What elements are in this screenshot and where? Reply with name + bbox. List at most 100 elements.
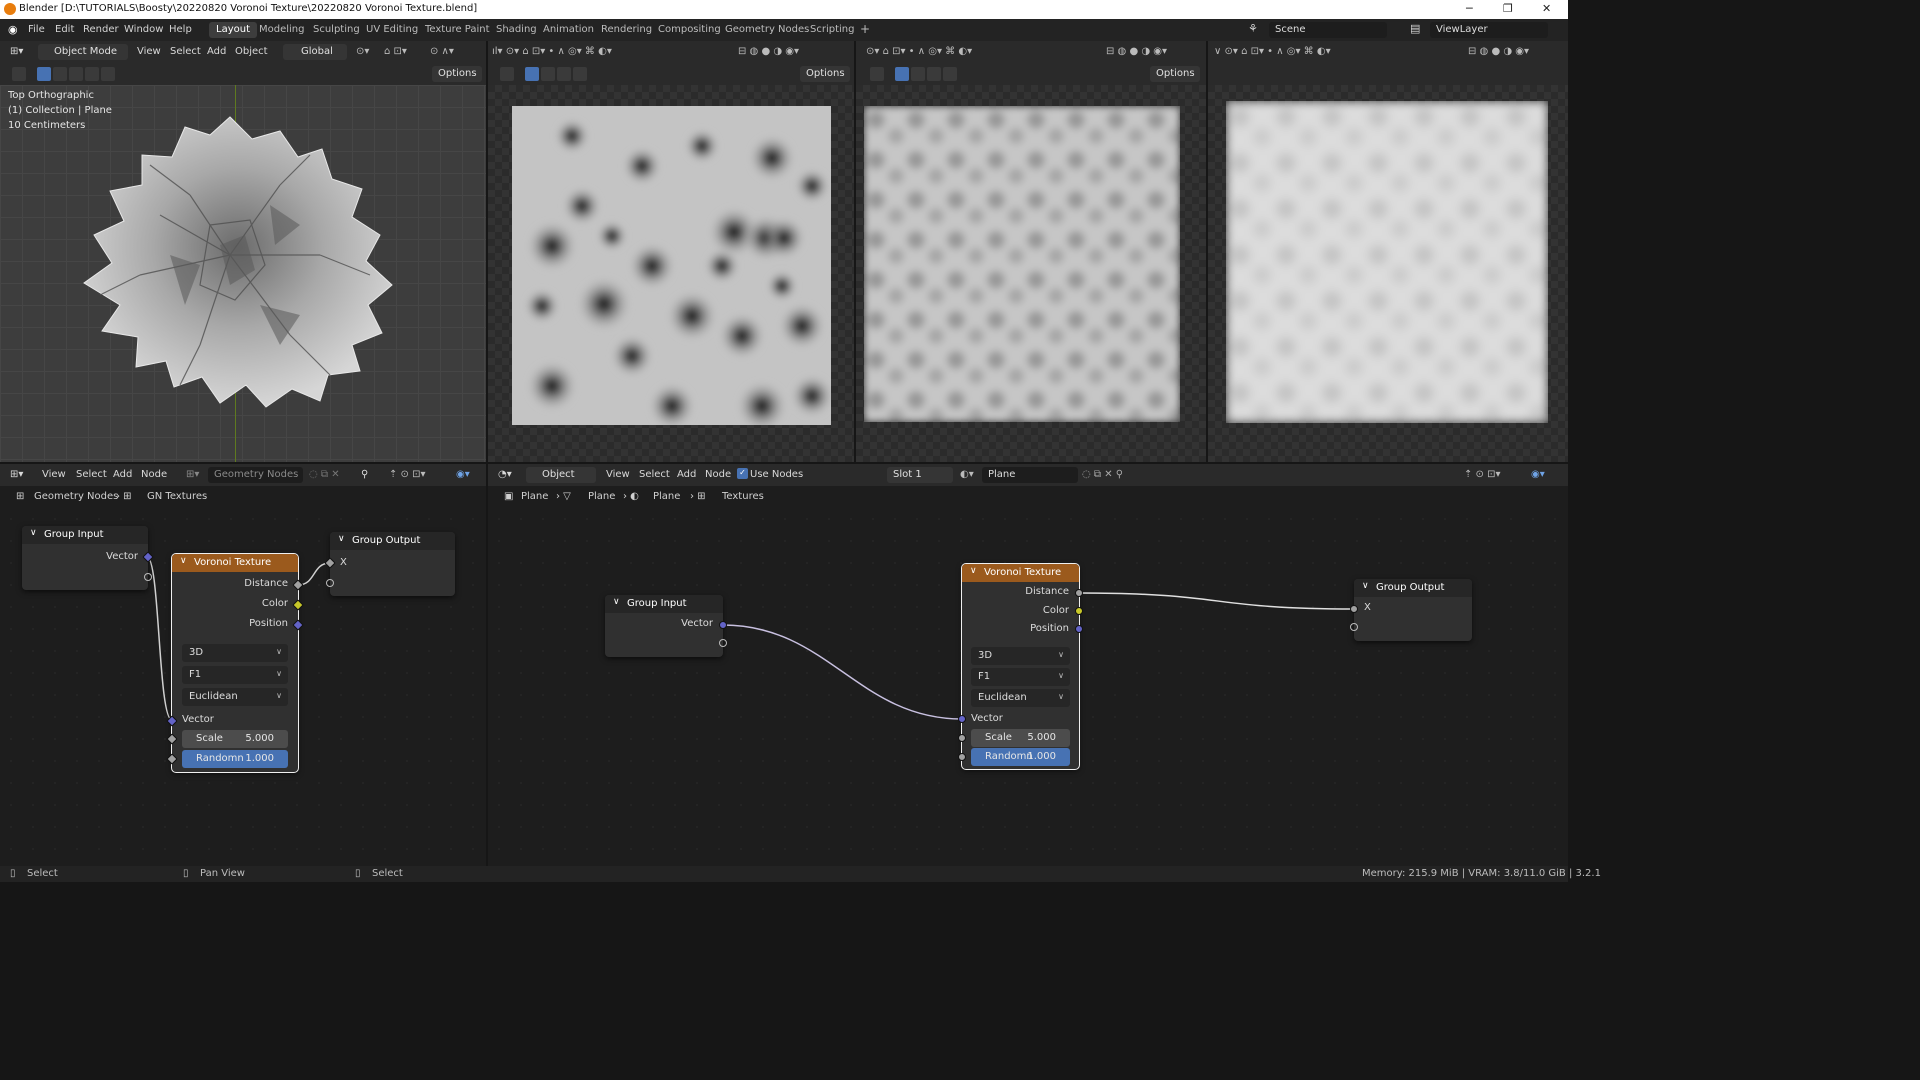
options-dropdown[interactable]: Options [432, 66, 482, 82]
pivot-icon[interactable]: ⊙▾ [356, 46, 369, 57]
empty-output-socket[interactable] [144, 573, 152, 581]
metric-dropdown[interactable]: Euclidean ∨ [971, 689, 1070, 707]
tab-layout[interactable]: Layout [209, 22, 257, 38]
left-node-menu-select[interactable]: Select [76, 469, 107, 480]
collapse-chevron-icon[interactable]: ∨ [30, 528, 37, 538]
material-action-icons[interactable]: ◌ ⧉ ✕ ⚲ [1082, 469, 1123, 480]
select-mode-subtract-icon[interactable] [69, 67, 83, 81]
empty-input-socket[interactable] [1350, 623, 1358, 631]
empty-output-socket[interactable] [719, 639, 727, 647]
tab-sculpting[interactable]: Sculpting [306, 22, 367, 38]
viewport-menu-select[interactable]: Select [170, 46, 201, 57]
tab-texture-paint[interactable]: Texture Paint [418, 22, 497, 38]
collapse-chevron-icon[interactable]: ∨ [180, 556, 187, 566]
overlay-toggle-icon[interactable]: ◉▾ [1531, 469, 1545, 480]
texture-preview-1[interactable] [488, 85, 854, 462]
select-mode-extend-icon[interactable] [541, 67, 555, 81]
voronoi-texture-node[interactable]: ∨ Voronoi Texture Distance Color Position… [166, 553, 304, 773]
select-mode-subtract-icon[interactable] [927, 67, 941, 81]
node-tree-name-field[interactable]: Geometry Nodes [208, 467, 303, 483]
feature-dropdown[interactable]: F1 ∨ [971, 668, 1070, 686]
image-editor-2-shading-icons[interactable]: ⊟ ◍ ● ◑ ◉▾ [1106, 46, 1167, 57]
viewport-menu-view[interactable]: View [137, 46, 161, 57]
group-input-header[interactable]: ∨ Group Input [605, 595, 723, 613]
tab-animation[interactable]: Animation [536, 22, 601, 38]
position-output-socket[interactable] [1075, 625, 1083, 633]
select-mode-set-icon[interactable] [525, 67, 539, 81]
viewport-menu-object[interactable]: Object [235, 46, 268, 57]
group-output-header[interactable]: ∨ Group Output [1354, 579, 1472, 597]
left-node-tool-icons[interactable]: ⇡ ⊙ ⊡▾ [389, 469, 426, 480]
material-field[interactable]: Plane [982, 467, 1078, 483]
voronoi-header[interactable]: ∨ Voronoi Texture [172, 554, 298, 572]
options-dropdown[interactable]: Options [1150, 66, 1200, 82]
menu-edit[interactable]: Edit [55, 24, 74, 35]
group-input-node[interactable]: ∨ Group Input Vector [22, 526, 154, 590]
color-output-socket[interactable] [1075, 607, 1083, 615]
node-tree-icon[interactable]: ⊞▾ [186, 469, 199, 480]
restore-button[interactable]: ❐ [1503, 2, 1513, 15]
image-editor-3-tool-icons[interactable]: ∨ ⊙▾ ⌂ ⊡▾ • ∧ ◎▾ ⌘ ◐▾ [1214, 46, 1331, 57]
left-node-menu-add[interactable]: Add [113, 469, 132, 480]
right-node-menu-view[interactable]: View [606, 469, 630, 480]
tab-compositing[interactable]: Compositing [651, 22, 728, 38]
image-editor-1-tool-icons[interactable]: ıl▾ ⊙▾ ⌂ ⊡▾ • ∧ ◎▾ ⌘ ◐▾ [492, 46, 612, 57]
image-editor-2-tool-icons[interactable]: ⊙▾ ⌂ ⊡▾ • ∧ ◎▾ ⌘ ◐▾ [866, 46, 972, 57]
randomness-field[interactable]: Randomn 1.000 [182, 750, 288, 768]
select-mode-difference-icon[interactable] [943, 67, 957, 81]
shader-node-editor[interactable]: ▣ Plane › ▽ Plane › ◐ Plane › ⊞ Textures… [488, 486, 1568, 866]
voronoi-header[interactable]: ∨ Voronoi Texture [962, 564, 1079, 582]
overlay-toggle-icon[interactable]: ◉▾ [456, 469, 470, 480]
select-mode-set-icon[interactable] [37, 67, 51, 81]
select-mode-difference-icon[interactable] [573, 67, 587, 81]
geometry-node-editor[interactable]: ⊞ Geometry Nodes › ⊞ GN Textures ∨ Group … [0, 486, 486, 866]
right-node-menu-add[interactable]: Add [677, 469, 696, 480]
select-mode-subtract-icon[interactable] [557, 67, 571, 81]
add-workspace-button[interactable]: + [853, 20, 877, 36]
fake-user-icons[interactable]: ◌ ⧉ ✕ [309, 469, 340, 480]
metric-dropdown[interactable]: Euclidean ∨ [182, 688, 288, 706]
texture-preview-2[interactable] [856, 85, 1206, 462]
group-input-node[interactable]: ∨ Group Input Vector [605, 595, 727, 657]
collapse-chevron-icon[interactable]: ∨ [613, 597, 620, 607]
collapse-chevron-icon[interactable]: ∨ [1362, 581, 1369, 591]
group-output-node[interactable]: ∨ Group Output X [1350, 579, 1472, 641]
shader-type-dropdown[interactable]: Object [526, 467, 596, 483]
x-input-socket[interactable] [1350, 605, 1358, 613]
close-button[interactable]: ✕ [1542, 2, 1551, 15]
vector-output-socket[interactable] [719, 621, 727, 629]
collapse-chevron-icon[interactable]: ∨ [970, 566, 977, 576]
randomness-field[interactable]: Randomn 1.000 [971, 748, 1070, 766]
material-icon[interactable]: ◐▾ [960, 469, 974, 480]
scale-field[interactable]: Scale 5.000 [182, 730, 288, 748]
view-layer-field[interactable]: ViewLayer [1430, 22, 1548, 38]
editor-type-icon[interactable]: ⊞▾ [10, 46, 23, 57]
view-layer-icon[interactable]: ▤ [1410, 22, 1420, 35]
scene-icon[interactable]: ⚘ [1248, 22, 1258, 35]
scale-field[interactable]: Scale 5.000 [971, 729, 1070, 747]
randomness-input-socket[interactable] [958, 753, 966, 761]
menu-help[interactable]: Help [169, 24, 192, 35]
texture-preview-3[interactable] [1208, 85, 1568, 462]
right-node-tool-icons[interactable]: ⇡ ⊙ ⊡▾ [1464, 469, 1501, 480]
tool-select-icon[interactable] [12, 67, 26, 81]
select-mode-extend-icon[interactable] [53, 67, 67, 81]
select-mode-extend-icon[interactable] [911, 67, 925, 81]
minimize-button[interactable]: ─ [1466, 2, 1473, 15]
scale-input-socket[interactable] [958, 734, 966, 742]
select-mode-difference-icon[interactable] [85, 67, 99, 81]
menu-render[interactable]: Render [83, 24, 119, 35]
left-node-menu-node[interactable]: Node [141, 469, 167, 480]
menu-file[interactable]: File [28, 24, 45, 35]
image-editor-1-shading-icons[interactable]: ⊟ ◍ ● ◑ ◉▾ [738, 46, 799, 57]
menu-window[interactable]: Window [124, 24, 163, 35]
pin-icon[interactable]: ⚲ [361, 469, 368, 480]
viewport-menu-add[interactable]: Add [207, 46, 226, 57]
dimensions-dropdown[interactable]: 3D ∨ [971, 647, 1070, 665]
voronoi-texture-node[interactable]: ∨ Voronoi Texture Distance Color Position… [958, 563, 1083, 770]
tab-rendering[interactable]: Rendering [594, 22, 659, 38]
proportional-edit-icon[interactable]: ⊙ ∧▾ [430, 46, 454, 57]
tab-geometry-nodes[interactable]: Geometry Nodes [718, 22, 816, 38]
editor-type-icon[interactable]: ⊞▾ [10, 469, 23, 480]
vector-input-socket[interactable] [958, 715, 966, 723]
